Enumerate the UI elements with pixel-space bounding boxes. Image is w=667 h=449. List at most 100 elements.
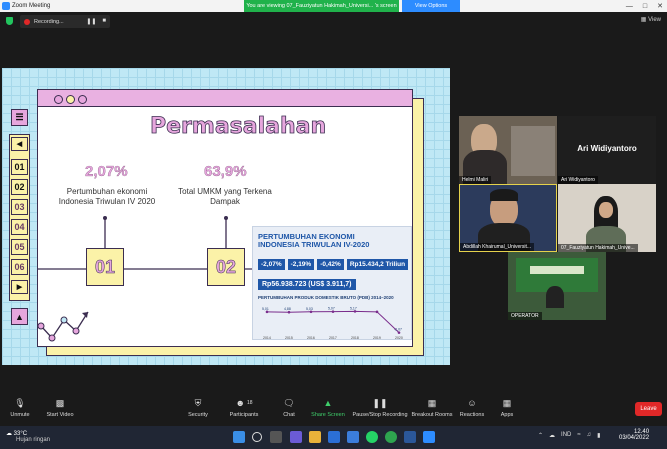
teams-icon[interactable] [290, 431, 302, 443]
start-video-button[interactable]: ▩ Start Video [30, 398, 90, 419]
whatsapp-icon[interactable] [366, 431, 378, 443]
gdp-point [375, 310, 379, 314]
pause-recording-icon[interactable]: ❚❚ [86, 18, 96, 25]
file-explorer-icon[interactable] [309, 431, 321, 443]
gdp-point [397, 331, 401, 334]
back-arrow-icon[interactable]: ◀ [11, 137, 28, 151]
pause-stop-recording-button[interactable]: ❚❚ Pause/Stop Recording [350, 397, 410, 419]
nav-button-02[interactable]: 02 [11, 179, 28, 195]
apps-button[interactable]: ▦ Apps [477, 397, 537, 419]
record-dot-icon [24, 18, 30, 25]
weather-widget[interactable]: ☁ 33°C Hujan ringan [6, 430, 50, 443]
shield-icon[interactable] [6, 17, 13, 25]
gdp-year-tick: 2016 [307, 336, 315, 340]
window-title: Zoom Meeting [12, 3, 51, 9]
close-icon[interactable]: ✕ [657, 2, 663, 10]
cloud-icon[interactable]: ☁ [549, 432, 555, 439]
gdp-year-tick: 2015 [285, 336, 293, 340]
apps-icon: ▦ [502, 397, 512, 408]
wifi-icon[interactable]: ≈ [577, 432, 580, 439]
cloud-icon: ☁ [6, 431, 12, 437]
search-icon[interactable] [252, 432, 262, 442]
gdp-infographic: PERTUMBUHAN EKONOMI INDONESIA TRIWULAN I… [252, 226, 412, 340]
breakout-rooms-icon: ▦ [427, 397, 437, 408]
infographic-title-2: INDONESIA TRIWULAN IV-2020 [258, 240, 370, 249]
clock[interactable]: 12.40 03/04/2022 [619, 429, 649, 441]
number-box-02: 02 [207, 248, 245, 286]
circle-icon [78, 95, 87, 104]
participant-name: Helmi Maliri [459, 176, 492, 184]
nav-button-05[interactable]: 05 [11, 239, 28, 255]
chat-icon: 🗨 [283, 397, 295, 408]
participant-tile[interactable]: Ari Widiyantoro Ari Widiyantoro [558, 116, 656, 184]
gdp-line [266, 310, 400, 333]
lang-indicator[interactable]: IND [561, 432, 571, 439]
up-arrow-icon[interactable]: ▲ [11, 308, 28, 325]
minimize-icon[interactable]: — [626, 3, 633, 10]
participant-name: Ari Widiyantoro [558, 176, 598, 184]
edge-icon[interactable] [328, 431, 340, 443]
participant-name: Abdillah Khairumal_Universit... [460, 243, 535, 251]
battery-icon[interactable]: ▮ [597, 432, 600, 439]
nav-button-01[interactable]: 01 [11, 159, 28, 175]
stat-umkm-value: 63,9% [204, 163, 247, 180]
chrome-icon[interactable] [385, 431, 397, 443]
gdp-point [265, 310, 269, 314]
gdp-point [353, 310, 357, 313]
number-box-01: 01 [86, 248, 124, 286]
viewing-banner: You are viewing 07_Fauziyatun Hakimah_Un… [244, 0, 399, 12]
view-options-button[interactable]: View Options [402, 0, 460, 12]
leave-button[interactable]: Leave [635, 402, 662, 416]
trend-arrow-graphic [38, 311, 89, 342]
gdp-point [331, 310, 335, 313]
gdp-value-label: 5,01 [262, 307, 269, 311]
stat-umkm-label: Total UMKM yang Terkena Dampak [178, 187, 272, 206]
windows-start-icon[interactable] [233, 431, 245, 443]
nav-button-04[interactable]: 04 [11, 219, 28, 235]
zoom-taskbar-icon[interactable] [423, 431, 435, 443]
zoom-icon [2, 2, 10, 10]
forward-arrow-icon[interactable]: ▶ [11, 280, 28, 294]
share-screen-button[interactable]: ▲ Share Screen [298, 398, 358, 418]
metric-badge: -0,42% [317, 259, 344, 270]
shield-icon: ⛨ [194, 397, 202, 408]
gdp-value-label: 5,07 [328, 307, 335, 311]
participant-tile[interactable]: Helmi Maliri [459, 116, 557, 184]
metric-badge: -2,07% [258, 259, 285, 270]
participant-tile-active-speaker[interactable]: Abdillah Khairumal_Universit... [459, 184, 557, 252]
slide-window-header [37, 89, 413, 107]
nav-button-06[interactable]: 06 [11, 259, 28, 275]
gdp-point [287, 310, 291, 314]
clock-date: 03/04/2022 [619, 435, 650, 441]
stat-growth-value: 2,07% [85, 163, 128, 180]
store-icon[interactable] [347, 431, 359, 443]
gdp-year-tick: 2019 [373, 336, 381, 340]
recording-label: Recording... [34, 18, 64, 25]
microphone-muted-icon: 🎙 [14, 397, 26, 408]
chevron-up-icon[interactable]: ⌃ [538, 432, 543, 439]
gdp-per-capita: Rp56.938.723 (US$ 3.911,7) [258, 279, 356, 290]
stop-recording-icon[interactable]: ■ [102, 18, 106, 25]
system-tray[interactable]: ⌃ ☁ IND ≈ ♫ ▮ [538, 432, 600, 439]
participant-tile[interactable]: 07_Fauziyatun Hakimah_Unive... [558, 184, 656, 252]
gdp-year-tick: 2020 [395, 336, 403, 340]
maximize-icon[interactable]: □ [643, 3, 647, 10]
task-view-icon[interactable] [270, 431, 282, 443]
chart-title: PERTUMBUHAN PRODUK DOMESTIK BRUTO (PDB) … [258, 295, 394, 300]
menu-icon[interactable]: ☰ [11, 109, 28, 126]
participant-big-name: Ari Widiyantoro [577, 144, 637, 153]
circle-icon [54, 95, 63, 104]
view-button[interactable]: ▦ View [641, 16, 661, 23]
metric-badge: Rp15.434,2 Triliun [346, 259, 409, 270]
volume-icon[interactable]: ♫ [587, 432, 592, 439]
word-icon[interactable] [404, 431, 416, 443]
pause-icon: ❚❚ [372, 397, 388, 408]
stat-growth-label: Pertumbuhan ekonomi Indonesia Triwulan I… [58, 187, 156, 206]
gdp-year-tick: 2018 [351, 336, 359, 340]
participant-name: OPERATOR [508, 312, 542, 320]
participant-tile[interactable]: OPERATOR [508, 252, 606, 320]
nav-button-03[interactable]: 03 [11, 199, 28, 215]
gdp-value-label: 5,03 [306, 307, 313, 311]
title-bar: Zoom Meeting You are viewing 07_Fauziyat… [0, 0, 667, 12]
gdp-value-label: -2,07 [394, 328, 402, 332]
